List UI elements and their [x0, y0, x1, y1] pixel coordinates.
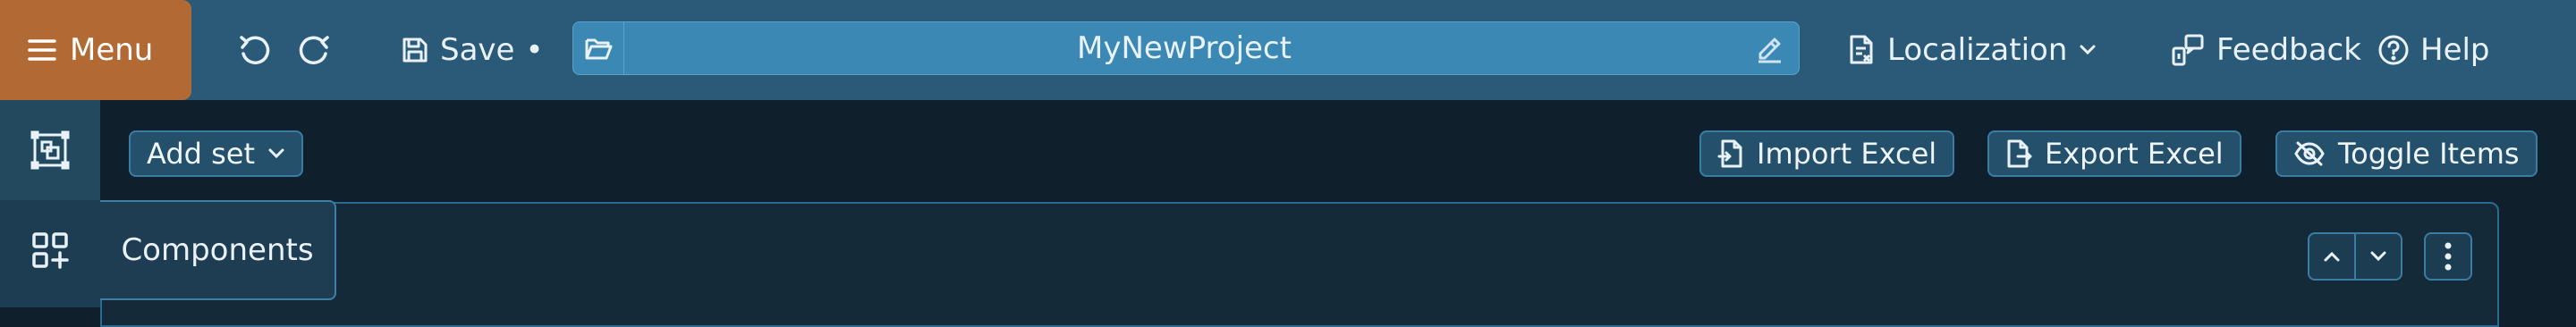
help-icon — [2377, 34, 2410, 66]
redo-icon — [297, 32, 333, 68]
file-export-icon — [2005, 138, 2032, 169]
localization-dropdown[interactable]: Localization — [1848, 25, 2097, 75]
sidebar — [0, 100, 100, 307]
add-set-button[interactable]: Add set — [129, 130, 304, 177]
sidebar-item-layout[interactable] — [0, 100, 100, 200]
toggle-items-button[interactable]: Toggle Items — [2275, 130, 2538, 177]
top-bar: Menu Save • MyNewProject Localization Fe… — [0, 0, 2576, 100]
save-label: Save — [440, 32, 515, 68]
feedback-icon — [2170, 32, 2206, 68]
help-label: Help — [2420, 32, 2490, 68]
rename-project-button[interactable] — [1749, 28, 1790, 69]
sidebar-item-components[interactable] — [0, 200, 100, 300]
project-title: MyNewProject — [1077, 30, 1292, 66]
open-project-button[interactable] — [573, 22, 624, 74]
set-panel — [100, 202, 2499, 327]
feedback-link[interactable]: Feedback — [2170, 25, 2361, 75]
chevron-up-icon — [2322, 250, 2342, 263]
chevron-down-icon — [267, 148, 285, 159]
import-excel-label: Import Excel — [1757, 137, 1937, 171]
redo-button[interactable] — [292, 27, 338, 73]
frame-select-icon — [30, 130, 71, 171]
folder-open-icon — [584, 35, 613, 62]
export-excel-label: Export Excel — [2045, 137, 2224, 171]
chevron-down-icon — [2368, 250, 2388, 263]
more-options-button[interactable] — [2424, 232, 2472, 281]
feedback-label: Feedback — [2216, 32, 2361, 68]
save-icon — [401, 36, 429, 64]
chevron-down-icon — [2078, 44, 2097, 56]
move-up-button[interactable] — [2309, 234, 2356, 279]
menu-icon — [27, 37, 57, 63]
export-excel-button[interactable]: Export Excel — [1987, 130, 2241, 177]
eye-off-icon — [2293, 140, 2326, 167]
project-name-field[interactable]: MyNewProject — [572, 21, 1800, 75]
localization-label: Localization — [1887, 32, 2068, 68]
menu-button[interactable]: Menu — [0, 0, 191, 100]
add-set-label: Add set — [147, 137, 256, 171]
components-tooltip: Components — [100, 200, 336, 300]
kebab-menu-icon — [2444, 241, 2453, 272]
file-import-icon — [1717, 138, 1744, 169]
undo-icon — [236, 32, 272, 68]
document-language-icon — [1848, 34, 1877, 66]
import-excel-button[interactable]: Import Excel — [1699, 130, 1955, 177]
help-link[interactable]: Help — [2377, 25, 2490, 75]
move-down-button[interactable] — [2356, 234, 2401, 279]
unsaved-indicator: • — [525, 32, 544, 68]
pencil-icon — [1753, 32, 1785, 64]
menu-label: Menu — [70, 32, 154, 68]
toggle-items-label: Toggle Items — [2338, 137, 2520, 171]
reorder-controls — [2308, 232, 2402, 281]
save-button[interactable]: Save • — [401, 25, 544, 75]
grid-add-icon — [30, 231, 70, 270]
undo-button[interactable] — [231, 27, 277, 73]
